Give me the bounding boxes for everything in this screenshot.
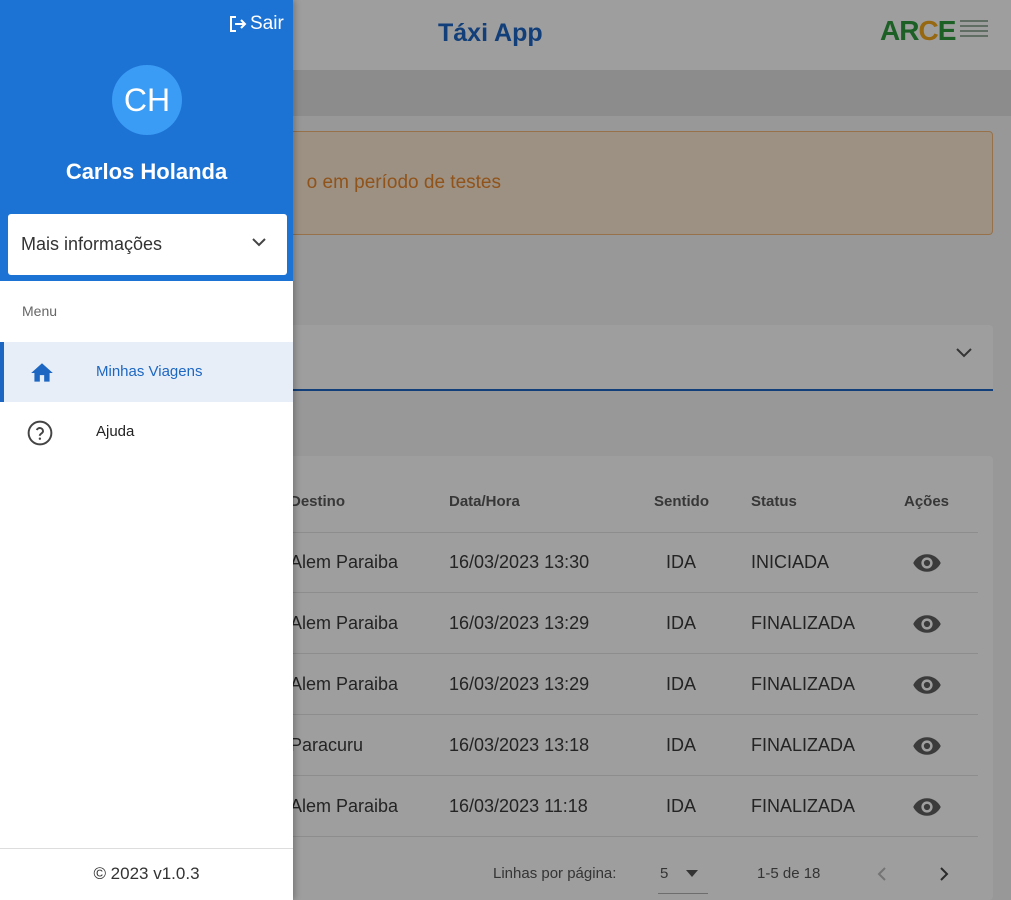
drawer-divider <box>0 848 293 849</box>
more-info-label: Mais informações <box>21 234 163 254</box>
navigation-drawer: Sair CH Carlos Holanda Mais informações … <box>0 0 293 900</box>
home-icon <box>31 363 53 382</box>
help-circle-icon <box>27 420 53 446</box>
user-name: Carlos Holanda <box>65 159 228 184</box>
logout-label: Sair <box>250 13 284 34</box>
more-info-dropdown[interactable]: Mais informações <box>8 214 287 275</box>
menu-caption: Menu <box>22 303 58 319</box>
logout-button[interactable]: Sair <box>229 13 284 35</box>
menu-item-minhas-viagens[interactable]: Minhas Viagens <box>0 342 293 402</box>
logout-icon <box>230 16 247 32</box>
menu-item-ajuda[interactable]: Ajuda <box>0 402 293 462</box>
chevron-down-icon <box>252 238 266 247</box>
menu-item-label: Minhas Viagens <box>96 363 203 380</box>
avatar: CH <box>112 65 182 135</box>
version-label: © 2023 v1.0.3 <box>93 864 200 883</box>
drawer-header: Sair CH Carlos Holanda Mais informações <box>0 0 293 281</box>
menu-item-label: Ajuda <box>96 423 135 440</box>
